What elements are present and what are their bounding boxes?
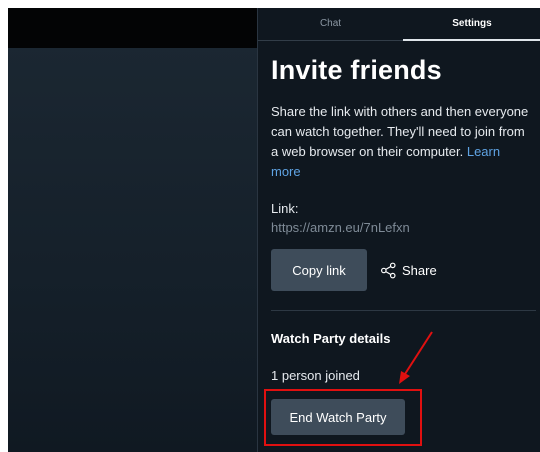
tab-chat[interactable]: Chat xyxy=(258,8,403,41)
share-button[interactable]: Share xyxy=(380,258,437,282)
participant-count: 1 person joined xyxy=(271,368,360,383)
share-icon xyxy=(381,262,396,278)
invite-link-url: https://amzn.eu/7nLefxn xyxy=(271,220,410,235)
share-label: Share xyxy=(402,262,437,278)
tab-settings[interactable]: Settings xyxy=(403,8,540,41)
video-player-area[interactable] xyxy=(8,8,257,452)
panel-tabs: Chat Settings xyxy=(258,8,540,41)
video-top-bar xyxy=(8,8,257,48)
end-watch-party-button[interactable]: End Watch Party xyxy=(271,399,405,435)
link-label: Link: xyxy=(271,201,299,216)
watch-party-details-title: Watch Party details xyxy=(271,331,391,346)
invite-friends-title: Invite friends xyxy=(271,55,442,85)
app-frame: Chat Settings Invite friends Share the l… xyxy=(8,8,540,452)
invite-description: Share the link with others and then ever… xyxy=(271,102,533,182)
watch-party-side-panel: Chat Settings Invite friends Share the l… xyxy=(257,8,540,452)
section-divider xyxy=(271,310,536,311)
copy-link-button[interactable]: Copy link xyxy=(271,249,367,291)
